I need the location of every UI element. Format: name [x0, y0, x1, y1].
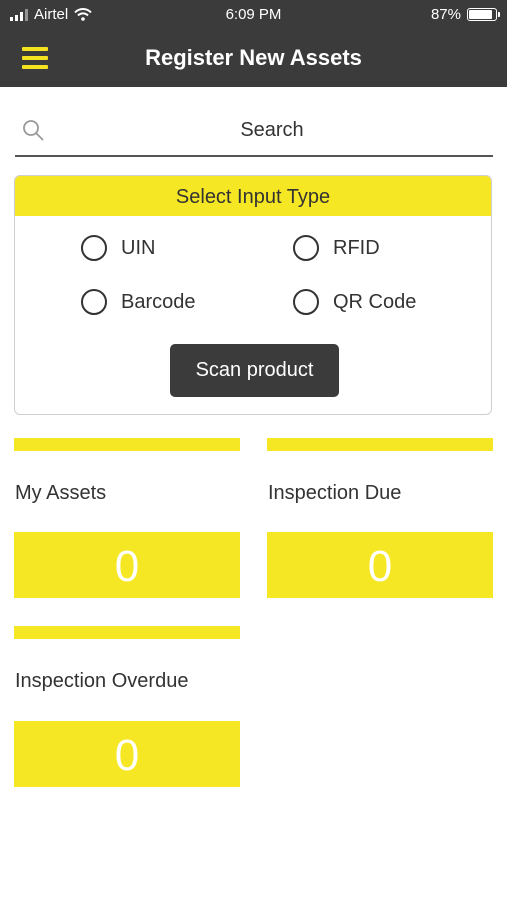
battery-percent: 87%: [430, 6, 461, 23]
radio-label-barcode: Barcode: [121, 290, 196, 313]
input-type-card: Select Input Type UIN RFID Barcode QR Co…: [14, 175, 492, 415]
inspection-overdue-top-bar: [14, 626, 240, 639]
inspection-due-label: Inspection Due: [268, 482, 402, 504]
my-assets-label: My Assets: [15, 482, 107, 504]
radio-circle-qr-code[interactable]: [293, 289, 319, 315]
search-bar: [15, 110, 493, 157]
radio-circle-rfid[interactable]: [293, 235, 319, 261]
my-assets-top-bar: [14, 438, 240, 451]
radio-qr-code[interactable]: QR Code: [293, 289, 416, 315]
radio-label-uin: UIN: [121, 236, 156, 259]
battery-fill: [469, 10, 492, 19]
inspection-due-top-bar: [267, 438, 493, 451]
radio-label-rfid: RFID: [333, 236, 380, 259]
inspection-overdue-label: Inspection Overdue: [15, 670, 189, 692]
radio-barcode[interactable]: Barcode: [81, 289, 196, 315]
page-title: Register New Assets: [145, 45, 362, 70]
radio-uin[interactable]: UIN: [81, 235, 155, 261]
inspection-overdue-count[interactable]: 0: [14, 721, 240, 787]
inspection-due-count[interactable]: 0: [267, 532, 493, 598]
status-bar: Airtel 6:09 PM 87%: [0, 0, 507, 30]
input-type-header: Select Input Type: [15, 176, 491, 216]
app-bar: Register New Assets: [0, 30, 507, 87]
status-right: 87%: [430, 6, 500, 23]
radio-circle-uin[interactable]: [81, 235, 107, 261]
battery-icon: [467, 8, 500, 21]
scan-product-button[interactable]: Scan product: [170, 344, 339, 397]
radio-rfid[interactable]: RFID: [293, 235, 380, 261]
search-input[interactable]: [55, 114, 489, 146]
radio-circle-barcode[interactable]: [81, 289, 107, 315]
search-icon: [23, 120, 44, 141]
my-assets-count[interactable]: 0: [14, 532, 240, 598]
radio-label-qr-code: QR Code: [333, 290, 417, 313]
